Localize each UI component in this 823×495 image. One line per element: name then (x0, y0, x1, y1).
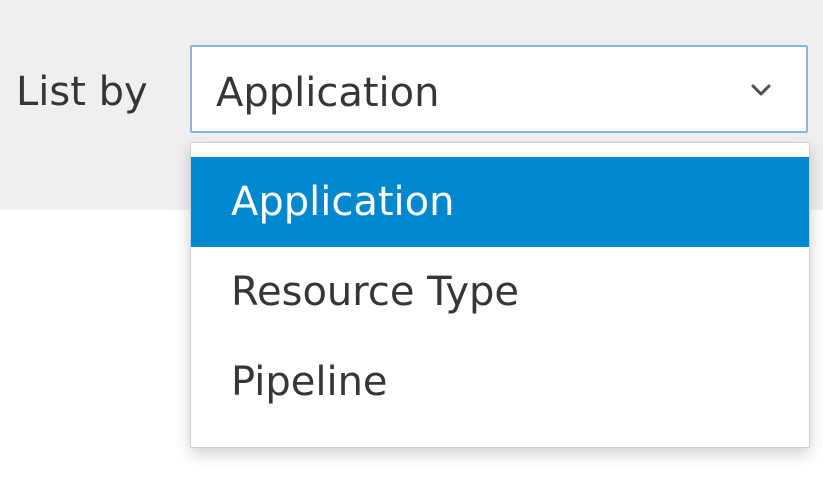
chevron-down-icon (746, 75, 776, 105)
list-by-select[interactable]: Application (190, 45, 808, 133)
select-value: Application (216, 70, 440, 116)
option-application[interactable]: Application (191, 157, 809, 247)
list-by-label: List by (16, 69, 148, 115)
option-resource-type[interactable]: Resource Type (191, 247, 809, 337)
list-by-dropdown-menu: Application Resource Type Pipeline (190, 142, 810, 448)
option-pipeline[interactable]: Pipeline (191, 337, 809, 427)
page: List by Application Application Resource… (0, 0, 823, 495)
